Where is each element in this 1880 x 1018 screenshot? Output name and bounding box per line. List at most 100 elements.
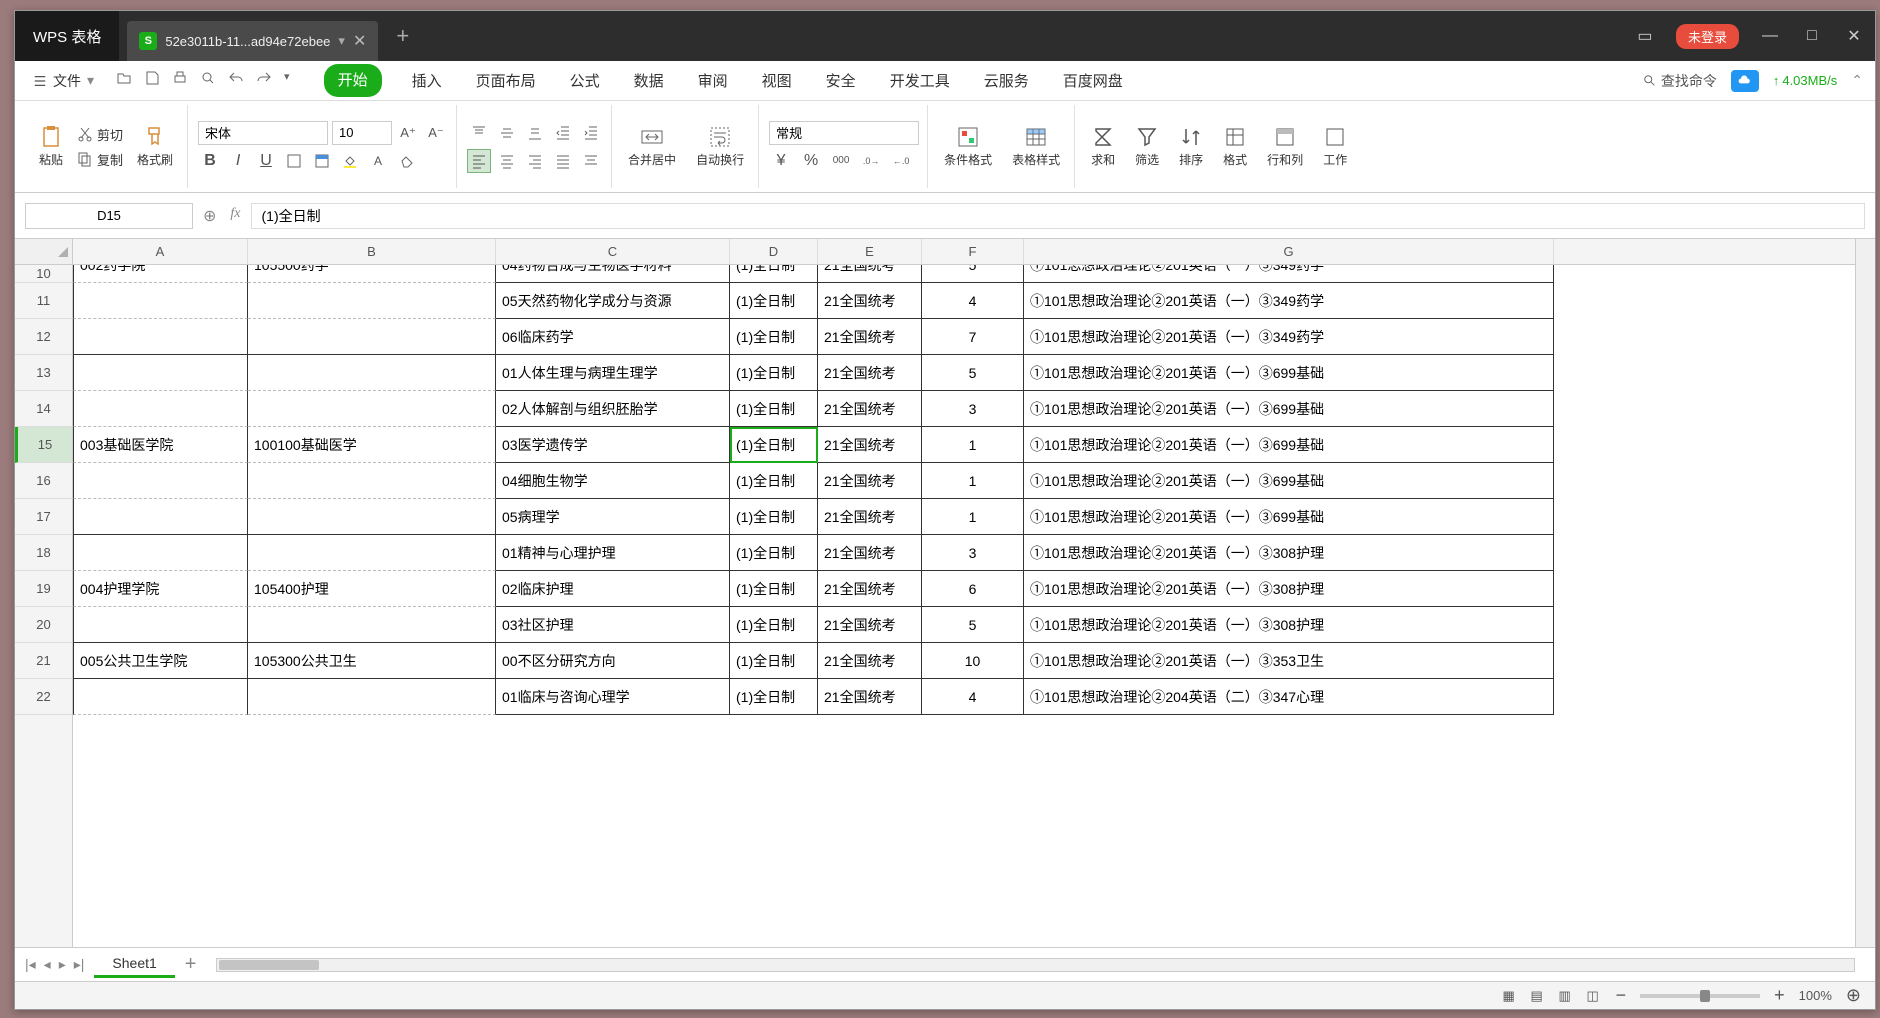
cell-B18[interactable] xyxy=(248,535,496,571)
fill-color-button[interactable] xyxy=(338,149,362,173)
decrease-indent-icon[interactable] xyxy=(551,121,575,145)
cell-C16[interactable]: 04细胞生物学 xyxy=(496,463,730,499)
cell-B17[interactable] xyxy=(248,499,496,535)
col-header-C[interactable]: C xyxy=(496,239,730,264)
increase-decimal-icon[interactable]: .0→ xyxy=(859,149,883,173)
cell-style-button[interactable] xyxy=(310,149,334,173)
justify-icon[interactable] xyxy=(551,149,575,173)
copy-button[interactable]: 复制 xyxy=(77,150,123,169)
cell-C12[interactable]: 06临床药学 xyxy=(496,319,730,355)
cell-A21[interactable]: 005公共卫生学院 xyxy=(73,643,248,679)
cell-B20[interactable] xyxy=(248,607,496,643)
spreadsheet-grid[interactable]: ABCDEFG 10111213141516171819202122 002药学… xyxy=(15,239,1875,947)
cell-C11[interactable]: 05天然药物化学成分与资源 xyxy=(496,283,730,319)
ribbon-tab-9[interactable]: 云服务 xyxy=(980,64,1033,97)
ribbon-tab-0[interactable]: 开始 xyxy=(324,64,382,97)
row-header-22[interactable]: 22 xyxy=(15,679,72,715)
sheet-tab-active[interactable]: Sheet1 xyxy=(94,951,174,978)
ribbon-tab-4[interactable]: 数据 xyxy=(630,64,668,97)
cell-C15[interactable]: 03医学遗传学 xyxy=(496,427,730,463)
align-right-icon[interactable] xyxy=(523,149,547,173)
cell-A15[interactable]: 003基础医学院 xyxy=(73,427,248,463)
cell-E11[interactable]: 21全国统考 xyxy=(818,283,922,319)
format-button[interactable]: 格式 xyxy=(1217,121,1253,172)
cell-B13[interactable] xyxy=(248,355,496,391)
cell-G19[interactable]: ①101思想政治理论②201英语（一）③308护理 xyxy=(1024,571,1554,607)
collapse-ribbon-icon[interactable]: ⌃ xyxy=(1851,72,1863,89)
cell-C20[interactable]: 03社区护理 xyxy=(496,607,730,643)
cell-A13[interactable] xyxy=(73,355,248,391)
increase-font-icon[interactable]: A⁺ xyxy=(396,121,420,145)
cells-area[interactable]: 002药学院105500药学04药物合成与生物医学材料(1)全日制21全国统考5… xyxy=(73,247,1855,947)
row-header-18[interactable]: 18 xyxy=(15,535,72,571)
cell-B19[interactable]: 105400护理 xyxy=(248,571,496,607)
reading-view-icon[interactable]: ◫ xyxy=(1584,987,1602,1005)
cell-E18[interactable]: 21全国统考 xyxy=(818,535,922,571)
ribbon-tab-6[interactable]: 视图 xyxy=(758,64,796,97)
zoom-level[interactable]: 100% xyxy=(1799,988,1832,1003)
undo-icon[interactable] xyxy=(228,70,244,91)
font-color-button[interactable]: A xyxy=(366,149,390,173)
row-header-12[interactable]: 12 xyxy=(15,319,72,355)
zoom-in-button[interactable]: + xyxy=(1774,985,1785,1006)
row-headers[interactable]: 10111213141516171819202122 xyxy=(15,265,73,947)
cell-F20[interactable]: 5 xyxy=(922,607,1024,643)
col-header-E[interactable]: E xyxy=(818,239,922,264)
align-center-icon[interactable] xyxy=(495,149,519,173)
table-style-button[interactable]: 表格样式 xyxy=(1006,121,1066,172)
cell-B16[interactable] xyxy=(248,463,496,499)
document-tab[interactable]: S 52e3011b-11...ad94e72ebee ▾ ✕ xyxy=(127,21,378,61)
align-top-icon[interactable] xyxy=(467,121,491,145)
cell-F17[interactable]: 1 xyxy=(922,499,1024,535)
redo-icon[interactable] xyxy=(256,70,272,91)
page-layout-view-icon[interactable]: ▤ xyxy=(1528,987,1546,1005)
col-header-F[interactable]: F xyxy=(922,239,1024,264)
cut-button[interactable]: 剪切 xyxy=(77,125,123,144)
clear-format-button[interactable] xyxy=(394,149,418,173)
cell-D19[interactable]: (1)全日制 xyxy=(730,571,818,607)
cell-F21[interactable]: 10 xyxy=(922,643,1024,679)
close-button[interactable]: ✕ xyxy=(1843,26,1865,46)
zoom-slider[interactable] xyxy=(1640,994,1760,998)
zoom-out-button[interactable]: − xyxy=(1616,985,1627,1006)
format-painter-button[interactable]: 格式刷 xyxy=(131,121,179,172)
cell-G21[interactable]: ①101思想政治理论②201英语（一）③353卫生 xyxy=(1024,643,1554,679)
sort-button[interactable]: 排序 xyxy=(1173,121,1209,172)
login-badge[interactable]: 未登录 xyxy=(1676,24,1739,49)
cell-E20[interactable]: 21全国统考 xyxy=(818,607,922,643)
font-family-select[interactable] xyxy=(198,121,328,145)
cell-C17[interactable]: 05病理学 xyxy=(496,499,730,535)
cell-B15[interactable]: 100100基础医学 xyxy=(248,427,496,463)
cell-G18[interactable]: ①101思想政治理论②201英语（一）③308护理 xyxy=(1024,535,1554,571)
cell-A11[interactable] xyxy=(73,283,248,319)
normal-view-icon[interactable]: ▦ xyxy=(1500,987,1518,1005)
sheet-prev-icon[interactable]: ◂ xyxy=(44,956,51,973)
cell-G20[interactable]: ①101思想政治理论②201英语（一）③308护理 xyxy=(1024,607,1554,643)
cell-D15[interactable]: (1)全日制 xyxy=(730,427,818,463)
cell-E17[interactable]: 21全国统考 xyxy=(818,499,922,535)
cell-B22[interactable] xyxy=(248,679,496,715)
cell-E22[interactable]: 21全国统考 xyxy=(818,679,922,715)
cell-F12[interactable]: 7 xyxy=(922,319,1024,355)
ribbon-tab-5[interactable]: 审阅 xyxy=(694,64,732,97)
cell-G12[interactable]: ①101思想政治理论②201英语（一）③349药学 xyxy=(1024,319,1554,355)
cell-F19[interactable]: 6 xyxy=(922,571,1024,607)
paste-button[interactable]: 粘贴 xyxy=(33,121,69,172)
cell-E12[interactable]: 21全国统考 xyxy=(818,319,922,355)
cell-B21[interactable]: 105300公共卫生 xyxy=(248,643,496,679)
sheet-next-icon[interactable]: ▸ xyxy=(59,956,66,973)
save-icon[interactable] xyxy=(144,70,160,91)
page-break-view-icon[interactable]: ▥ xyxy=(1556,987,1574,1005)
cell-D21[interactable]: (1)全日制 xyxy=(730,643,818,679)
add-sheet-button[interactable]: + xyxy=(185,953,197,976)
cell-F11[interactable]: 4 xyxy=(922,283,1024,319)
cell-F16[interactable]: 1 xyxy=(922,463,1024,499)
cell-G17[interactable]: ①101思想政治理论②201英语（一）③699基础 xyxy=(1024,499,1554,535)
row-header-15[interactable]: 15 xyxy=(15,427,72,463)
font-size-select[interactable] xyxy=(332,121,392,145)
cell-C18[interactable]: 01精神与心理护理 xyxy=(496,535,730,571)
cell-G16[interactable]: ①101思想政治理论②201英语（一）③699基础 xyxy=(1024,463,1554,499)
cell-E15[interactable]: 21全国统考 xyxy=(818,427,922,463)
row-header-21[interactable]: 21 xyxy=(15,643,72,679)
worksheet-button[interactable]: 工作 xyxy=(1317,121,1353,172)
